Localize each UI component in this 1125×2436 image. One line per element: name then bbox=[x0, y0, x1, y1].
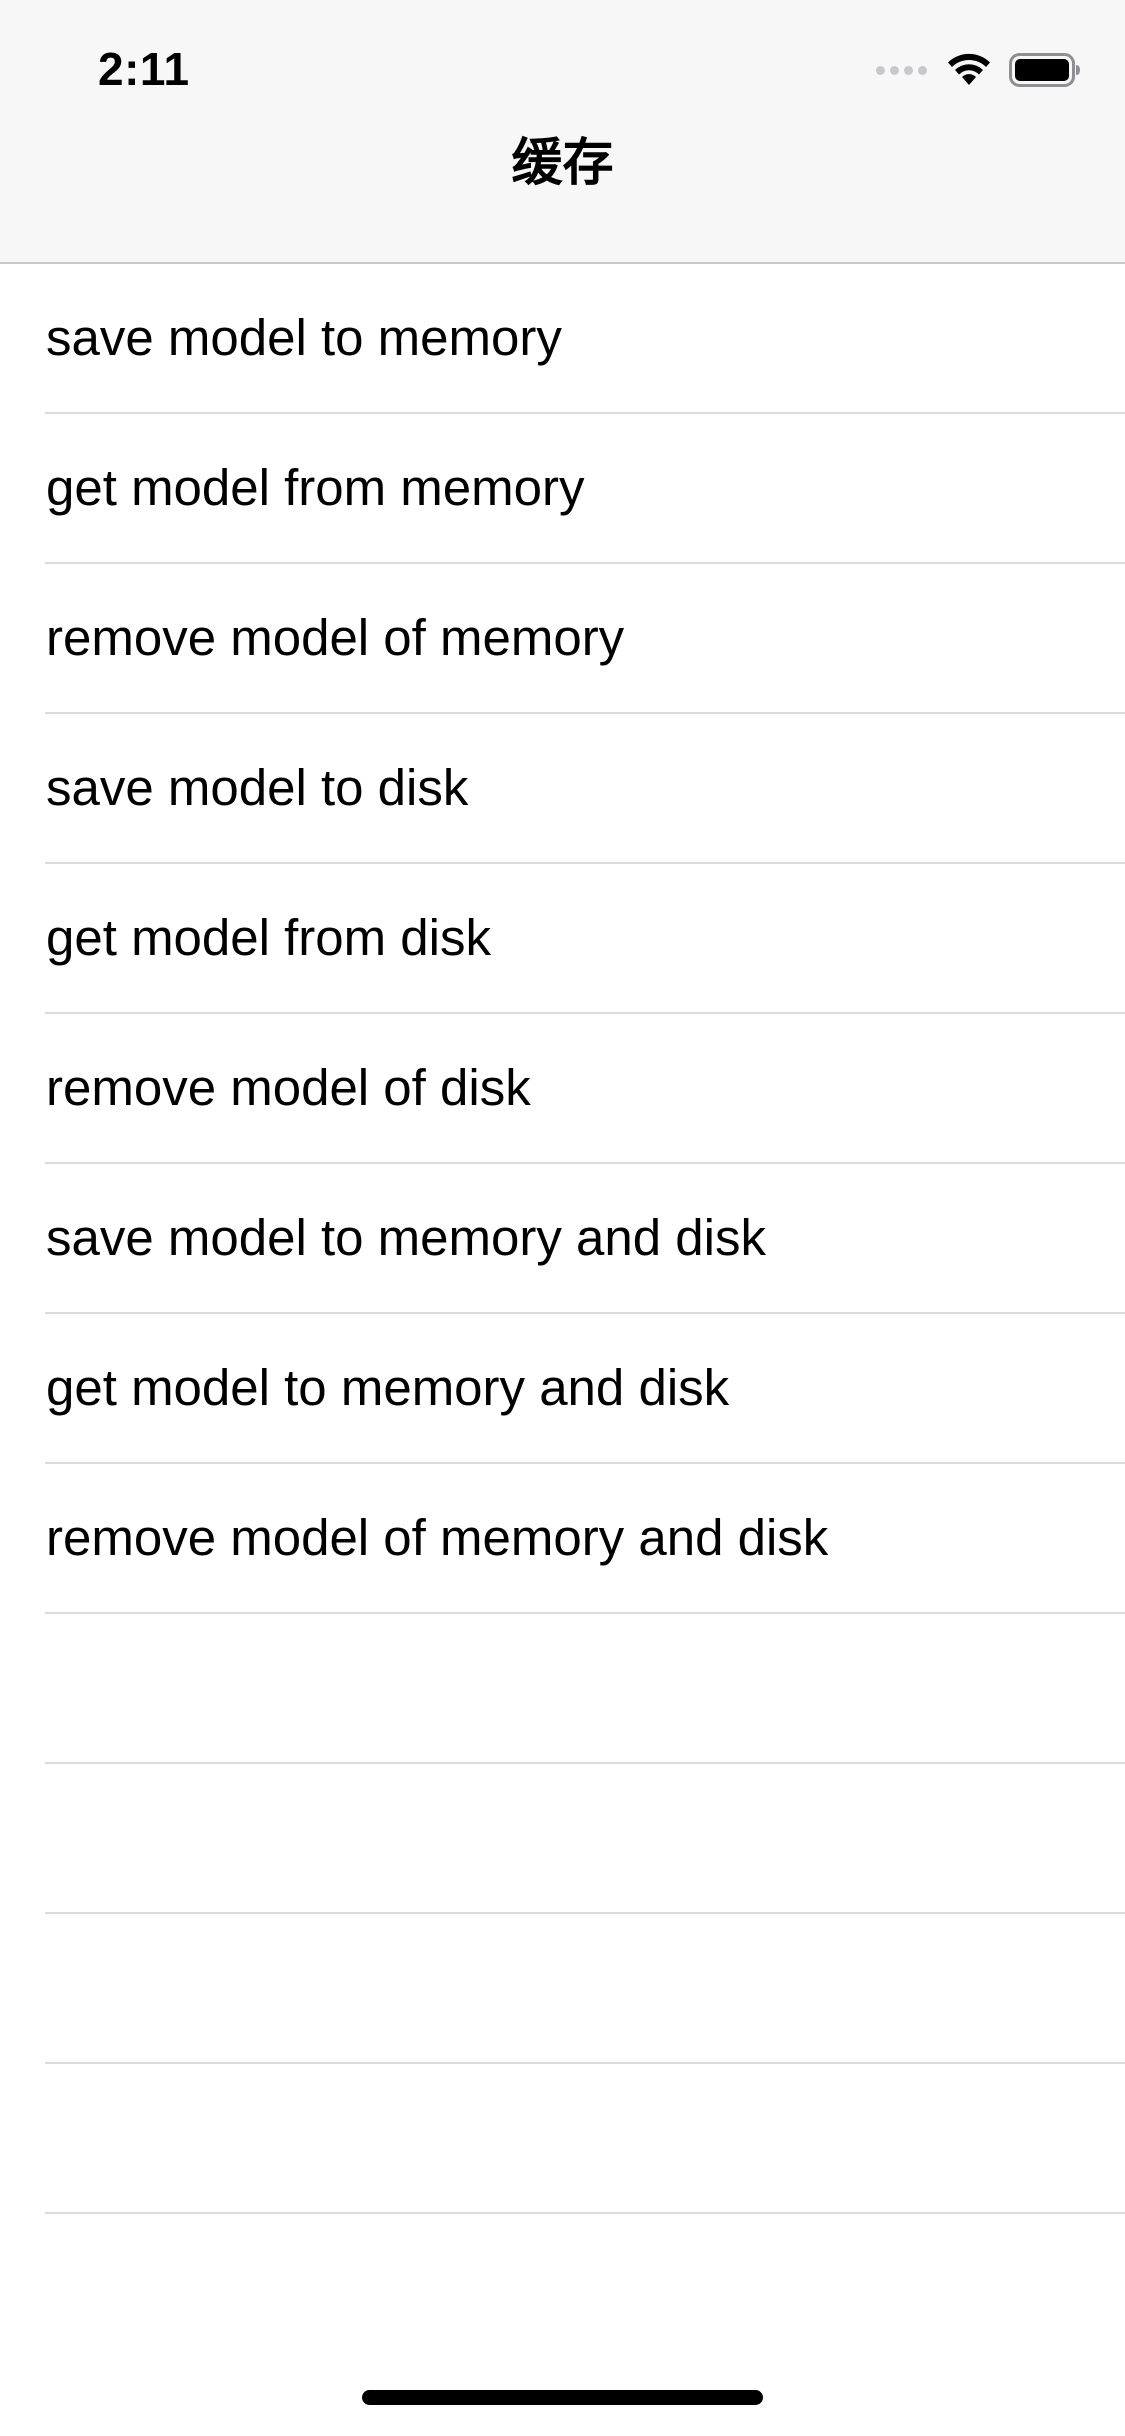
page-title: 缓存 bbox=[511, 134, 614, 191]
empty-row bbox=[0, 1764, 1125, 1914]
status-icons bbox=[876, 50, 1081, 90]
cache-actions-table: save model to memory get model from memo… bbox=[0, 264, 1125, 2214]
table-row[interactable]: remove model of memory and disk bbox=[0, 1464, 1125, 1614]
row-label: remove model of memory bbox=[46, 609, 625, 666]
home-indicator[interactable] bbox=[362, 2390, 763, 2405]
empty-row bbox=[0, 1614, 1125, 1764]
table-row[interactable]: get model from disk bbox=[0, 864, 1125, 1014]
top-bar: 2:11 缓存 bbox=[0, 0, 1125, 264]
signal-dots-icon bbox=[876, 65, 927, 75]
table-row[interactable]: save model to disk bbox=[0, 714, 1125, 864]
row-label: get model to memory and disk bbox=[46, 1359, 730, 1416]
table-row[interactable]: get model from memory bbox=[0, 414, 1125, 564]
table-row[interactable]: save model to memory bbox=[0, 264, 1125, 414]
row-label: save model to memory bbox=[46, 309, 562, 366]
table-row[interactable]: save model to memory and disk bbox=[0, 1164, 1125, 1314]
row-label: save model to disk bbox=[46, 759, 469, 816]
row-label: get model from disk bbox=[46, 909, 492, 966]
table-row[interactable]: get model to memory and disk bbox=[0, 1314, 1125, 1464]
empty-row bbox=[0, 2064, 1125, 2214]
table-row[interactable]: remove model of memory bbox=[0, 564, 1125, 714]
status-time: 2:11 bbox=[98, 43, 190, 95]
row-label: remove model of memory and disk bbox=[46, 1509, 829, 1566]
row-label: get model from memory bbox=[46, 459, 585, 516]
battery-icon bbox=[1009, 53, 1080, 87]
screen: 2:11 缓存 save model to memory get model f… bbox=[0, 0, 1125, 2436]
row-label: remove model of disk bbox=[46, 1059, 531, 1116]
row-label: save model to memory and disk bbox=[46, 1209, 766, 1266]
empty-row bbox=[0, 1914, 1125, 2064]
table-row[interactable]: remove model of disk bbox=[0, 1014, 1125, 1164]
wifi-icon bbox=[948, 53, 990, 85]
